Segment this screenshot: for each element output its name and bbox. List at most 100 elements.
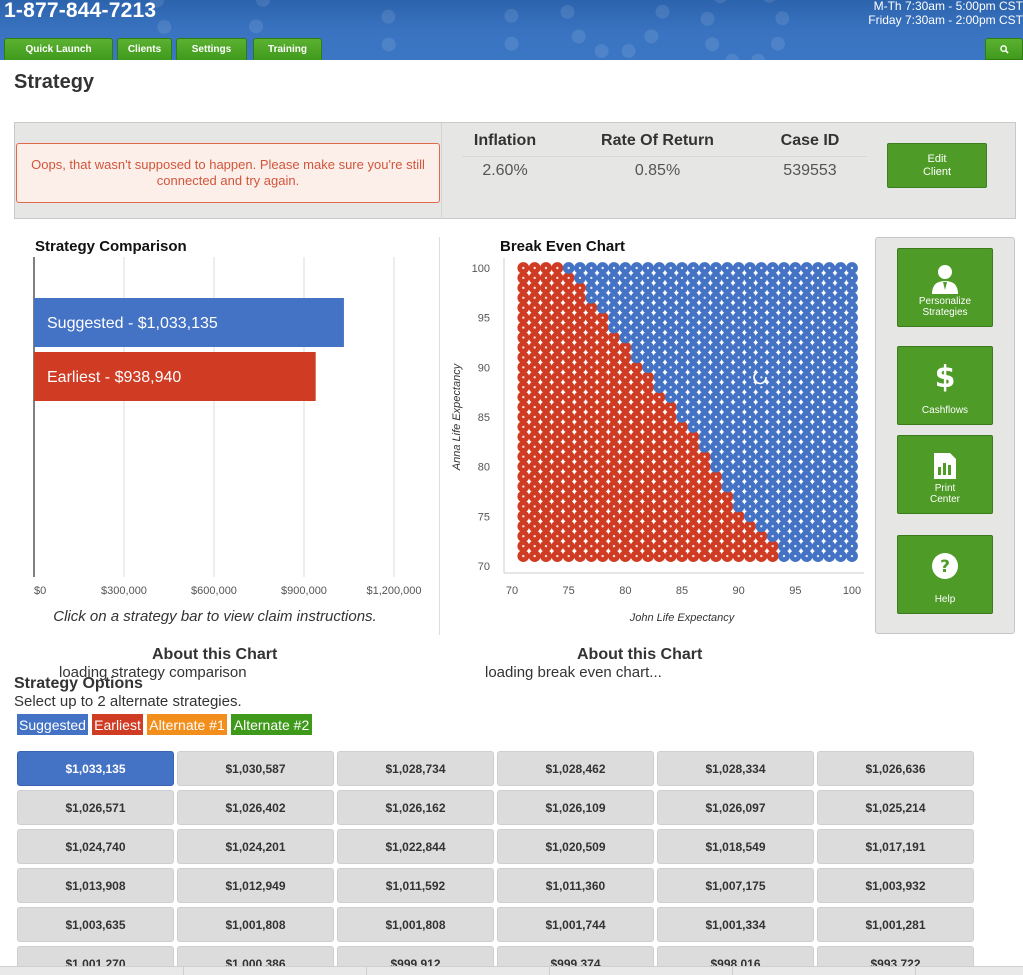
point-highlight — [703, 395, 706, 399]
strategy-option[interactable]: $1,007,175 — [657, 868, 814, 903]
strategy-option[interactable]: $1,001,334 — [657, 907, 814, 942]
point-highlight — [669, 296, 672, 299]
strategy-comparison-chart[interactable]: $0 $300,000 $600,000 $900,000 $1,200,000 Sugg… — [10, 255, 435, 600]
point-highlight — [748, 515, 752, 518]
point-highlight — [748, 415, 752, 419]
point-highlight — [578, 485, 582, 488]
strategy-option[interactable]: $1,025,214 — [817, 790, 974, 825]
point-highlight — [658, 475, 661, 478]
gear-decoration — [700, 0, 790, 60]
strategy-option[interactable]: $1,026,097 — [657, 790, 814, 825]
point-highlight — [669, 525, 672, 528]
strategy-option[interactable]: $1,024,740 — [17, 829, 174, 864]
point-highlight — [737, 415, 740, 419]
point-highlight — [805, 515, 808, 518]
point-highlight — [635, 505, 638, 508]
strategy-option[interactable]: $1,028,334 — [657, 751, 814, 786]
strategy-option[interactable]: $1,011,592 — [337, 868, 494, 903]
point-highlight — [839, 296, 842, 299]
strategy-option[interactable]: $1,026,402 — [177, 790, 334, 825]
cashflows-button[interactable]: $ Cashflows — [897, 346, 993, 425]
point-highlight — [601, 336, 604, 339]
strategy-option[interactable]: $1,030,587 — [177, 751, 334, 786]
strategy-option[interactable]: $1,033,135 — [17, 751, 174, 786]
point-highlight — [782, 395, 786, 399]
strategy-option[interactable]: $1,003,932 — [817, 868, 974, 903]
personalize-strategies-button[interactable]: Personalize Strategies — [897, 248, 993, 327]
point-highlight — [726, 485, 729, 488]
edit-client-button[interactable]: Edit Client — [887, 143, 987, 188]
point-highlight — [646, 326, 650, 329]
strategy-option[interactable]: $1,013,908 — [17, 868, 174, 903]
point-highlight — [748, 366, 752, 369]
point-highlight — [601, 386, 604, 389]
strategy-option[interactable]: $1,026,109 — [497, 790, 654, 825]
point-highlight — [794, 296, 797, 299]
tab-clients[interactable]: Clients — [117, 38, 172, 60]
point-highlight — [737, 554, 740, 558]
tab-settings[interactable]: Settings — [176, 38, 247, 60]
point-highlight — [828, 465, 831, 468]
point-highlight — [714, 376, 718, 379]
strategy-option[interactable]: $1,001,808 — [177, 907, 334, 942]
point-highlight — [760, 286, 763, 290]
strategy-option[interactable]: $1,003,635 — [17, 907, 174, 942]
point-highlight — [805, 425, 808, 429]
point-highlight — [816, 425, 820, 429]
point-highlight — [760, 485, 763, 488]
point-highlight — [692, 485, 695, 488]
point-highlight — [533, 316, 536, 319]
point-highlight — [714, 286, 718, 290]
help-button[interactable]: ? Help — [897, 535, 993, 614]
point-highlight — [828, 326, 831, 329]
strategy-option[interactable]: $1,026,636 — [817, 751, 974, 786]
strategy-option[interactable]: $1,026,162 — [337, 790, 494, 825]
strategy-option[interactable]: $1,020,509 — [497, 829, 654, 864]
strategy-option[interactable]: $1,026,571 — [17, 790, 174, 825]
strategy-option[interactable]: $1,028,462 — [497, 751, 654, 786]
print-center-button[interactable]: Print Center — [897, 435, 993, 514]
point-highlight — [692, 366, 695, 369]
point-highlight — [805, 296, 808, 299]
point-highlight — [748, 425, 752, 429]
point-highlight — [794, 286, 797, 290]
x-tick-label: 85 — [676, 585, 688, 597]
point-highlight — [680, 286, 684, 290]
point-highlight — [590, 336, 593, 339]
point-highlight — [816, 544, 820, 548]
point-highlight — [794, 316, 797, 319]
point-highlight — [669, 435, 672, 439]
strategy-option[interactable]: $1,024,201 — [177, 829, 334, 864]
legend-alternate-1: Alternate #1 — [146, 713, 228, 736]
search-button[interactable] — [985, 38, 1023, 60]
point-highlight — [601, 505, 604, 508]
point-highlight — [839, 544, 842, 548]
point-highlight — [680, 465, 684, 468]
tab-quick-launch[interactable]: Quick Launch — [4, 38, 113, 60]
tab-training[interactable]: Training — [253, 38, 322, 60]
strategy-option[interactable]: $1,012,949 — [177, 868, 334, 903]
point-highlight — [816, 346, 820, 349]
point-highlight — [567, 266, 570, 270]
strategy-option[interactable]: $1,001,281 — [817, 907, 974, 942]
point-highlight — [794, 485, 797, 488]
strategy-option[interactable]: $1,018,549 — [657, 829, 814, 864]
point-highlight — [567, 276, 570, 280]
point-highlight — [601, 445, 604, 448]
point-highlight — [850, 266, 854, 270]
strategy-option[interactable]: $1,001,808 — [337, 907, 494, 942]
point-highlight — [692, 465, 695, 468]
legend-alternate-2: Alternate #2 — [230, 713, 313, 736]
point-highlight — [680, 554, 684, 558]
point-highlight — [782, 425, 786, 429]
strategy-option[interactable]: $1,001,744 — [497, 907, 654, 942]
strategy-option[interactable]: $1,028,734 — [337, 751, 494, 786]
point-highlight — [624, 445, 627, 448]
strategy-option[interactable]: $1,011,360 — [497, 868, 654, 903]
point-highlight — [850, 435, 854, 439]
point-highlight — [680, 316, 684, 319]
point-highlight — [771, 505, 774, 508]
strategy-option[interactable]: $1,017,191 — [817, 829, 974, 864]
point-highlight — [590, 485, 593, 488]
strategy-option[interactable]: $1,022,844 — [337, 829, 494, 864]
